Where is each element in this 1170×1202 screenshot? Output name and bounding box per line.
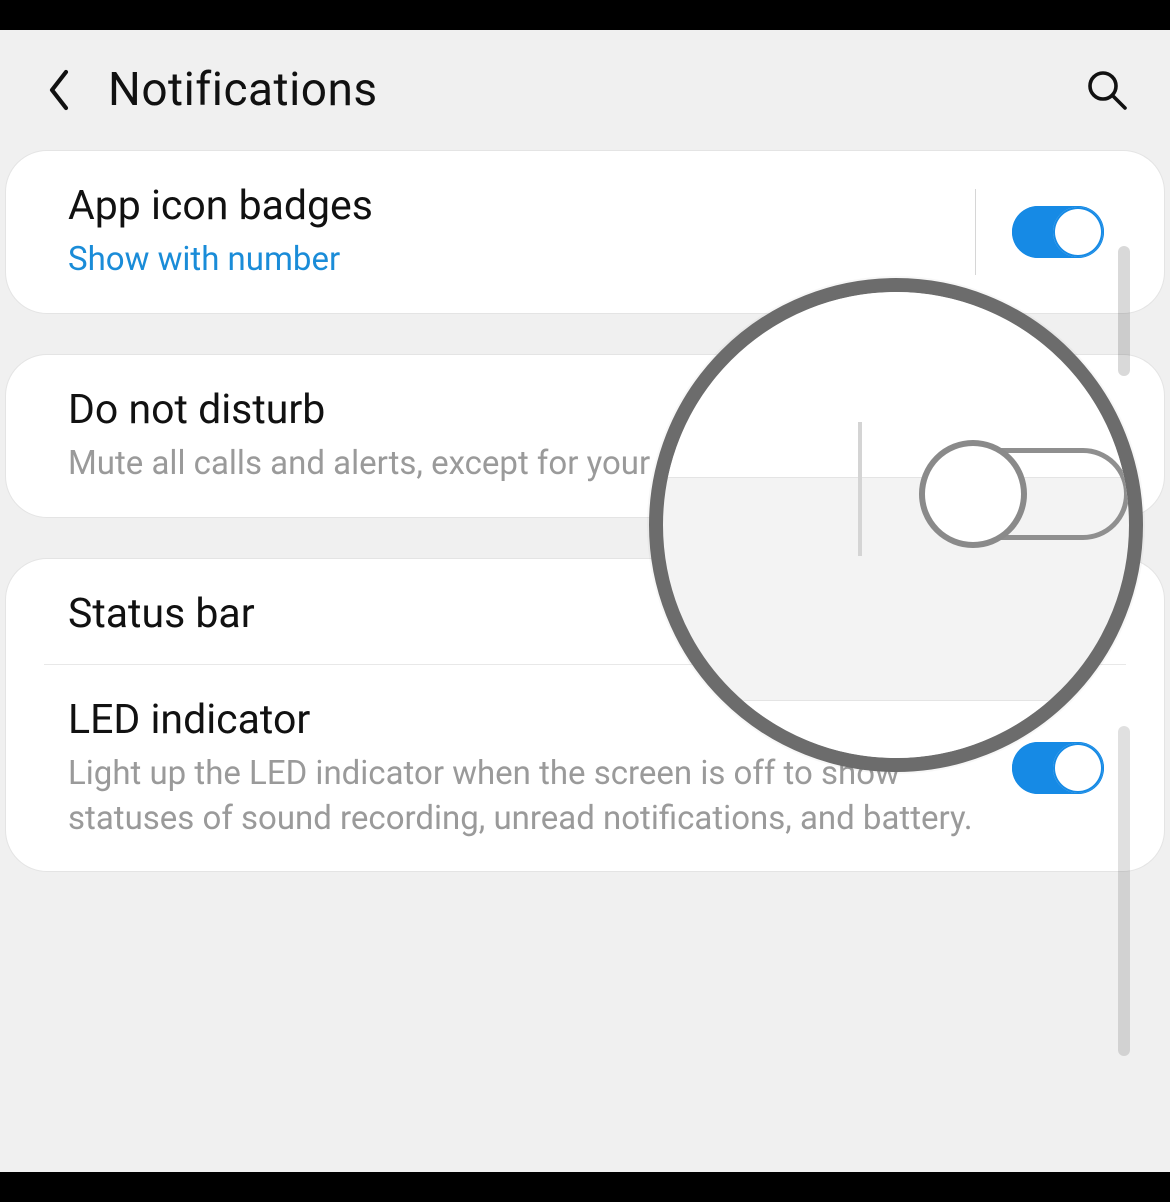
row-text: App icon badges Show with number bbox=[68, 181, 947, 283]
search-icon bbox=[1085, 68, 1129, 112]
toggle-knob-icon bbox=[919, 440, 1027, 548]
magnifier-content bbox=[663, 292, 1129, 758]
row-app-icon-badges[interactable]: App icon badges Show with number bbox=[6, 151, 1164, 313]
row-title: App icon badges bbox=[68, 181, 947, 232]
scrollbar-thumb[interactable] bbox=[1118, 726, 1130, 1056]
page-title: Notifications bbox=[108, 63, 378, 117]
header-bar: Notifications bbox=[0, 30, 1170, 150]
card-app-icon-badges: App icon badges Show with number bbox=[5, 150, 1165, 314]
chevron-left-icon bbox=[44, 68, 74, 112]
magnified-divider bbox=[858, 422, 862, 556]
back-button[interactable] bbox=[35, 66, 83, 114]
toggle-knob bbox=[1053, 207, 1103, 257]
magnifier-overlay bbox=[649, 278, 1143, 772]
row-subtitle: Show with number bbox=[68, 238, 947, 283]
toggle-app-icon-badges[interactable] bbox=[1012, 206, 1104, 258]
vertical-divider bbox=[975, 189, 976, 275]
settings-screen: Notifications App icon badges Show with … bbox=[0, 30, 1170, 1172]
search-button[interactable] bbox=[1079, 62, 1135, 118]
magnified-toggle-off bbox=[919, 440, 1129, 548]
